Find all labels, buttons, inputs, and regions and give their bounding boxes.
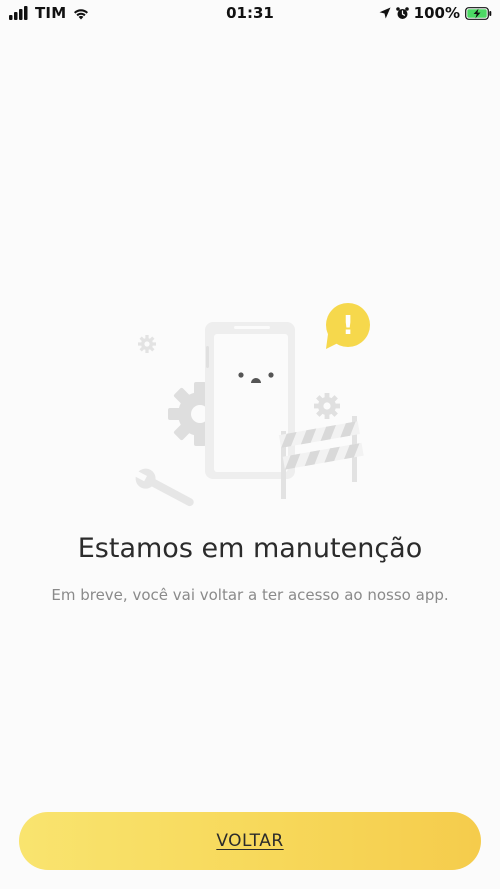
location-arrow-icon bbox=[379, 7, 391, 19]
small-gear-right-icon bbox=[314, 393, 340, 419]
battery-percentage: 100% bbox=[413, 4, 460, 22]
maintenance-title: Estamos em manutenção bbox=[77, 533, 423, 564]
back-button[interactable]: VOLTAR bbox=[19, 812, 481, 870]
alert-bubble-icon: ! bbox=[326, 303, 370, 349]
status-right: 100% bbox=[379, 4, 492, 22]
wrench-icon bbox=[133, 468, 194, 507]
alert-symbol: ! bbox=[342, 311, 354, 341]
battery-charging-icon bbox=[465, 6, 492, 20]
small-gear-icon bbox=[138, 335, 156, 353]
maintenance-subtitle: Em breve, você vai voltar a ter acesso a… bbox=[51, 586, 449, 604]
status-bar: TIM 01:31 100% bbox=[0, 0, 500, 26]
alarm-clock-icon bbox=[395, 6, 409, 19]
maintenance-illustration: ! bbox=[133, 303, 370, 507]
